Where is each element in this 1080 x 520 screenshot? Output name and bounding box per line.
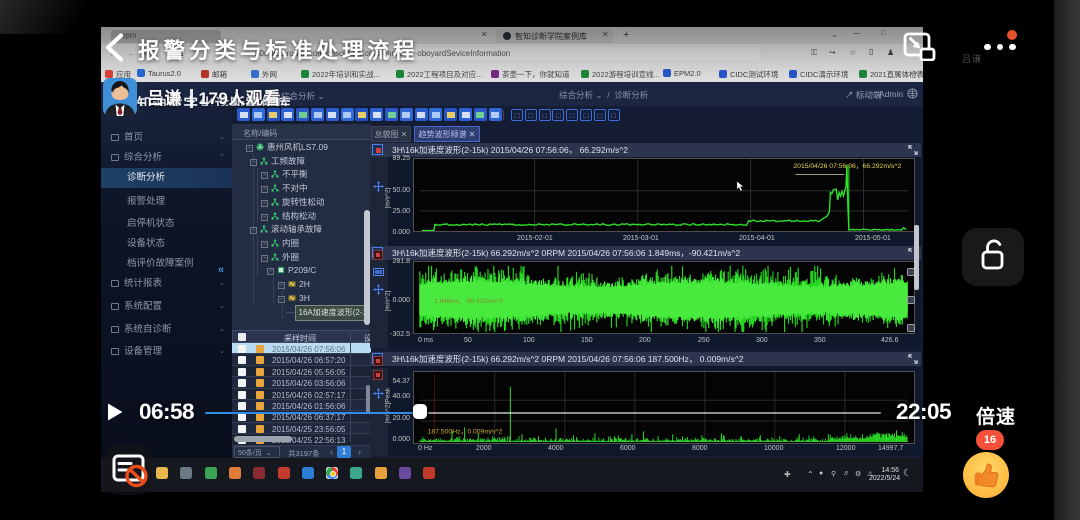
svg-text:1.849ms，-90.421m/s^2: 1.849ms，-90.421m/s^2 xyxy=(434,298,503,305)
svg-text:187.500Hz，0.009m/s^2: 187.500Hz，0.009m/s^2 xyxy=(428,428,503,435)
svg-text:2015/04/26 07:56:06，66.292m/s^: 2015/04/26 07:56:06，66.292m/s^2 xyxy=(793,163,901,170)
